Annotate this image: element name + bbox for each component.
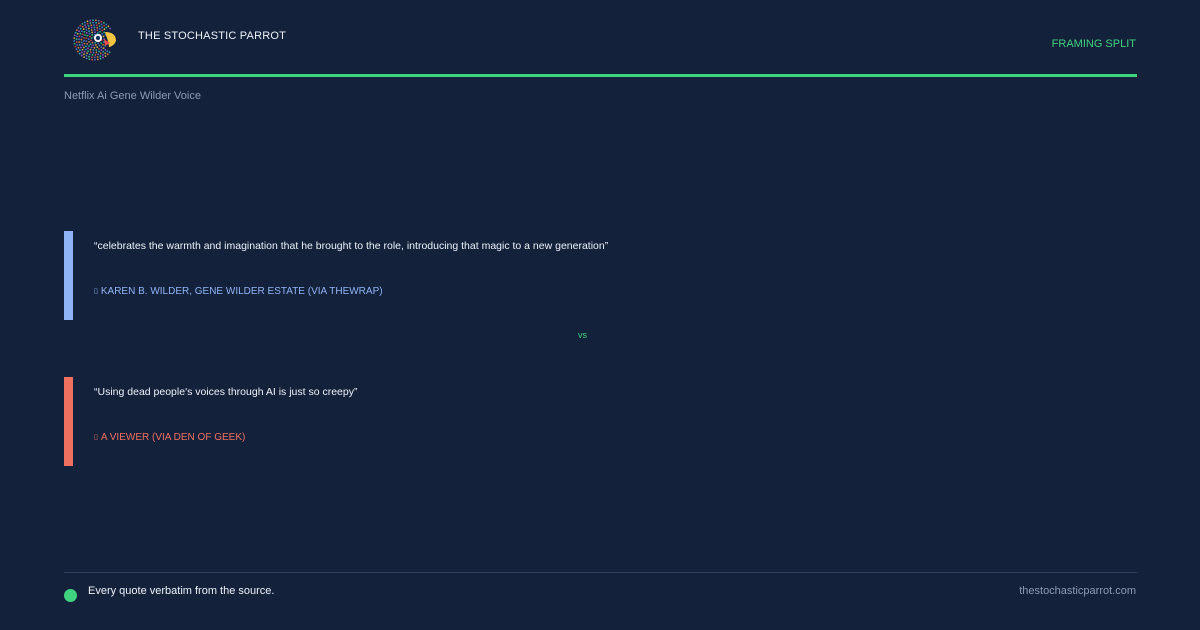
quote-attribution: ▯ KAREN B. WILDER, GENE WILDER ESTATE (VI… bbox=[94, 286, 383, 297]
footer-note: Every quote verbatim from the source. bbox=[88, 585, 275, 597]
quote-accent-bar bbox=[64, 231, 73, 320]
footer-site-link[interactable]: thestochasticparrot.com bbox=[1019, 585, 1136, 597]
quote-card-viewer: “Using dead people's voices through AI i… bbox=[64, 377, 1137, 466]
header-rule bbox=[64, 74, 1137, 77]
attribution-glyph-icon: ▯ bbox=[94, 434, 98, 441]
logo bbox=[70, 17, 118, 63]
topic-title: Netflix Ai Gene Wilder Voice bbox=[64, 90, 201, 102]
quote-accent-bar bbox=[64, 377, 73, 466]
attribution-text: A VIEWER (VIA DEN OF GEEK) bbox=[100, 432, 246, 443]
attribution-glyph-icon: ▯ bbox=[94, 288, 98, 295]
parrot-logo-icon bbox=[73, 19, 116, 61]
quote-text: “celebrates the warmth and imagination t… bbox=[94, 240, 609, 252]
status-dot-icon bbox=[64, 589, 77, 602]
quote-attribution: ▯ A VIEWER (VIA DEN OF GEEK) bbox=[94, 432, 245, 443]
brand-name: THE STOCHASTIC PARROT bbox=[138, 30, 287, 42]
framing-split-tag: FRAMING SPLIT bbox=[1051, 38, 1136, 50]
vs-label: vs bbox=[578, 330, 587, 340]
quote-card-estate: “celebrates the warmth and imagination t… bbox=[64, 231, 1137, 320]
quote-text: “Using dead people's voices through AI i… bbox=[94, 386, 358, 398]
attribution-text: KAREN B. WILDER, GENE WILDER ESTATE (VIA… bbox=[100, 286, 383, 297]
footer-rule bbox=[64, 572, 1137, 573]
